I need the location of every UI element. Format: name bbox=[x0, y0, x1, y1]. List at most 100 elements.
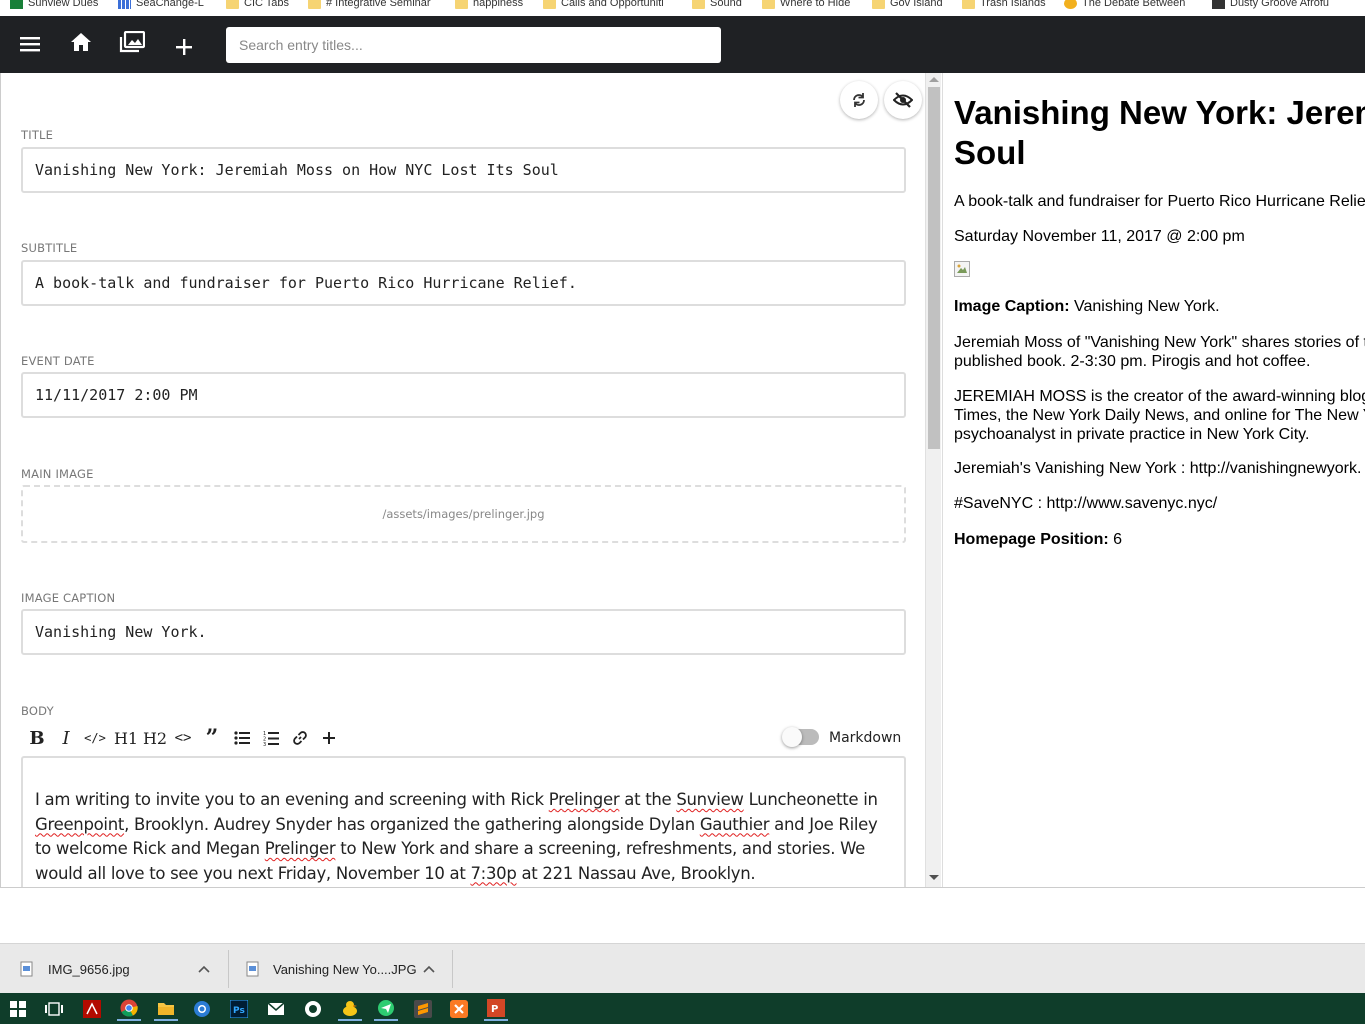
bookmark-debate[interactable]: The Debate Between bbox=[1064, 0, 1185, 11]
sun-icon bbox=[1064, 0, 1077, 9]
markdown-toolbar: B I </> H1 H2 <> ” 123 Markdown bbox=[21, 725, 906, 751]
chrome-icon[interactable] bbox=[117, 997, 141, 1021]
bookmark-dusty-groove[interactable]: Dusty Groove Afrofu bbox=[1212, 0, 1329, 11]
app-icon[interactable] bbox=[301, 997, 325, 1021]
sublime-icon[interactable] bbox=[411, 997, 435, 1021]
misspelled-word: Gauthier bbox=[699, 814, 770, 834]
folder-icon bbox=[308, 0, 321, 9]
task-view-icon[interactable] bbox=[42, 997, 66, 1021]
bookmark-trash-islands[interactable]: Trash Islands bbox=[962, 0, 1046, 11]
svg-text:P: P bbox=[491, 1004, 498, 1015]
powerpoint-icon[interactable]: P bbox=[484, 997, 508, 1021]
misspelled-word: Prelinger bbox=[548, 790, 620, 809]
eye-off-icon[interactable] bbox=[884, 81, 922, 119]
image-file-icon bbox=[246, 961, 259, 977]
telegram-icon[interactable] bbox=[374, 997, 398, 1021]
folder-icon bbox=[762, 0, 775, 9]
title-field[interactable] bbox=[21, 147, 906, 193]
bookmark-where-to-hide[interactable]: Where to Hide bbox=[762, 0, 850, 11]
body-text-segment: I am writing to invite you to an evening… bbox=[35, 790, 549, 809]
bookmark-sunview-dues[interactable]: Sunview Dues bbox=[10, 0, 98, 11]
misspelled-word: Sunview bbox=[676, 790, 744, 809]
home-icon[interactable] bbox=[67, 28, 95, 56]
mail-icon[interactable] bbox=[264, 997, 288, 1021]
editor-pane: TITLE SUBTITLE EVENT DATE MAIN IMAGE /as… bbox=[0, 73, 925, 887]
bookmark-cic-tabs[interactable]: CIC Tabs bbox=[226, 0, 289, 11]
misspelled-word: Greenpoint bbox=[35, 814, 125, 834]
duck-icon[interactable] bbox=[338, 997, 362, 1021]
taskbar: Ps P bbox=[0, 993, 1365, 1024]
svg-text:3: 3 bbox=[263, 742, 266, 746]
misspelled-word: Prelinger bbox=[264, 839, 336, 858]
body-text-segment: at the bbox=[619, 790, 677, 809]
main-image-label: MAIN IMAGE bbox=[21, 467, 94, 481]
folder-icon bbox=[226, 0, 239, 9]
h2-button[interactable]: H2 bbox=[143, 725, 167, 751]
refresh-icon[interactable] bbox=[840, 81, 878, 119]
body-editor[interactable]: I am writing to invite you to an evening… bbox=[21, 756, 906, 887]
edge-icon[interactable] bbox=[190, 997, 214, 1021]
preview-paragraph-3: Jeremiah's Vanishing New York : http://v… bbox=[954, 460, 1365, 477]
download-separator bbox=[452, 950, 453, 988]
plus-icon[interactable] bbox=[170, 33, 198, 61]
title-label: TITLE bbox=[21, 128, 54, 142]
italic-button[interactable]: I bbox=[56, 725, 76, 751]
photoshop-icon[interactable]: Ps bbox=[227, 997, 251, 1021]
bookmarks-bar: Sunview Dues SeaChange-L CIC Tabs # Inte… bbox=[0, 0, 1365, 16]
download-item[interactable]: Vanishing New Yo....JPG bbox=[246, 944, 417, 994]
scroll-thumb[interactable] bbox=[928, 87, 940, 449]
h1-button[interactable]: H1 bbox=[114, 725, 138, 751]
body-label: BODY bbox=[21, 704, 54, 718]
markdown-toggle[interactable] bbox=[782, 727, 819, 747]
preview-date: Saturday November 11, 2017 @ 2:00 pm bbox=[954, 228, 1245, 245]
body-text: I am writing to invite you to an evening… bbox=[35, 790, 878, 883]
scroll-down-arrow-icon[interactable] bbox=[929, 875, 939, 880]
acrobat-icon[interactable] bbox=[80, 997, 104, 1021]
insert-plus-icon[interactable] bbox=[319, 725, 339, 751]
code-block-button[interactable]: <> bbox=[172, 725, 194, 751]
folder-icon bbox=[962, 0, 975, 9]
svg-text:Ps: Ps bbox=[233, 1006, 245, 1016]
bookmark-seachange[interactable]: SeaChange-L bbox=[118, 0, 204, 11]
folder-icon bbox=[543, 0, 556, 9]
preview-paragraph-2: JEREMIAH MOSS is the creator of the awar… bbox=[954, 388, 1365, 443]
subtitle-field[interactable] bbox=[21, 260, 906, 306]
bullet-list-icon[interactable] bbox=[231, 725, 253, 751]
gallery-icon[interactable] bbox=[118, 28, 146, 56]
image-caption-field[interactable] bbox=[21, 609, 906, 655]
quote-button[interactable]: ” bbox=[201, 725, 223, 751]
numbered-list-icon[interactable]: 123 bbox=[260, 725, 282, 751]
preview-caption: Image Caption: Vanishing New York. bbox=[954, 298, 1220, 315]
bookmark-happiness[interactable]: happiness bbox=[455, 0, 523, 11]
menu-icon[interactable] bbox=[16, 30, 44, 58]
chevron-up-icon[interactable] bbox=[423, 944, 435, 994]
download-item[interactable]: IMG_9656.jpg bbox=[20, 944, 130, 994]
page-bottom-area bbox=[0, 887, 1365, 943]
bookmark-calls[interactable]: Calls and Opportuniti bbox=[543, 0, 664, 11]
body-text-segment: at 221 Nassau Ave, Brooklyn. bbox=[516, 863, 756, 883]
folder-icon bbox=[455, 0, 468, 9]
inline-code-button[interactable]: </> bbox=[83, 725, 107, 751]
image-file-icon bbox=[20, 961, 33, 977]
bold-button[interactable]: B bbox=[27, 725, 47, 751]
editor-scrollbar[interactable] bbox=[925, 73, 941, 887]
download-shelf: IMG_9656.jpg Vanishing New Yo....JPG bbox=[0, 943, 1365, 993]
event-date-field[interactable] bbox=[21, 372, 906, 418]
event-date-label: EVENT DATE bbox=[21, 354, 95, 368]
record-icon bbox=[1212, 0, 1225, 9]
markdown-label: Markdown bbox=[829, 730, 902, 746]
scroll-up-arrow-icon[interactable] bbox=[929, 77, 939, 82]
search-input[interactable] bbox=[226, 27, 721, 63]
preview-title: Vanishing New York: Jeremiah Moss on How… bbox=[954, 94, 1365, 171]
xampp-icon[interactable] bbox=[447, 997, 471, 1021]
bookmark-sound[interactable]: Sound bbox=[692, 0, 742, 11]
chevron-up-icon[interactable] bbox=[198, 944, 210, 994]
bookmark-integrative-seminar[interactable]: # Integrative Seminar bbox=[308, 0, 431, 11]
broken-image-icon bbox=[954, 261, 970, 277]
windows-start-icon[interactable] bbox=[6, 997, 30, 1021]
bookmark-gov-island[interactable]: Gov Island bbox=[872, 0, 943, 11]
file-explorer-icon[interactable] bbox=[154, 997, 178, 1021]
main-image-dropzone[interactable]: /assets/images/prelinger.jpg bbox=[21, 485, 906, 543]
link-icon[interactable] bbox=[289, 725, 311, 751]
preview-paragraph-1: Jeremiah Moss of "Vanishing New York" sh… bbox=[954, 334, 1365, 370]
